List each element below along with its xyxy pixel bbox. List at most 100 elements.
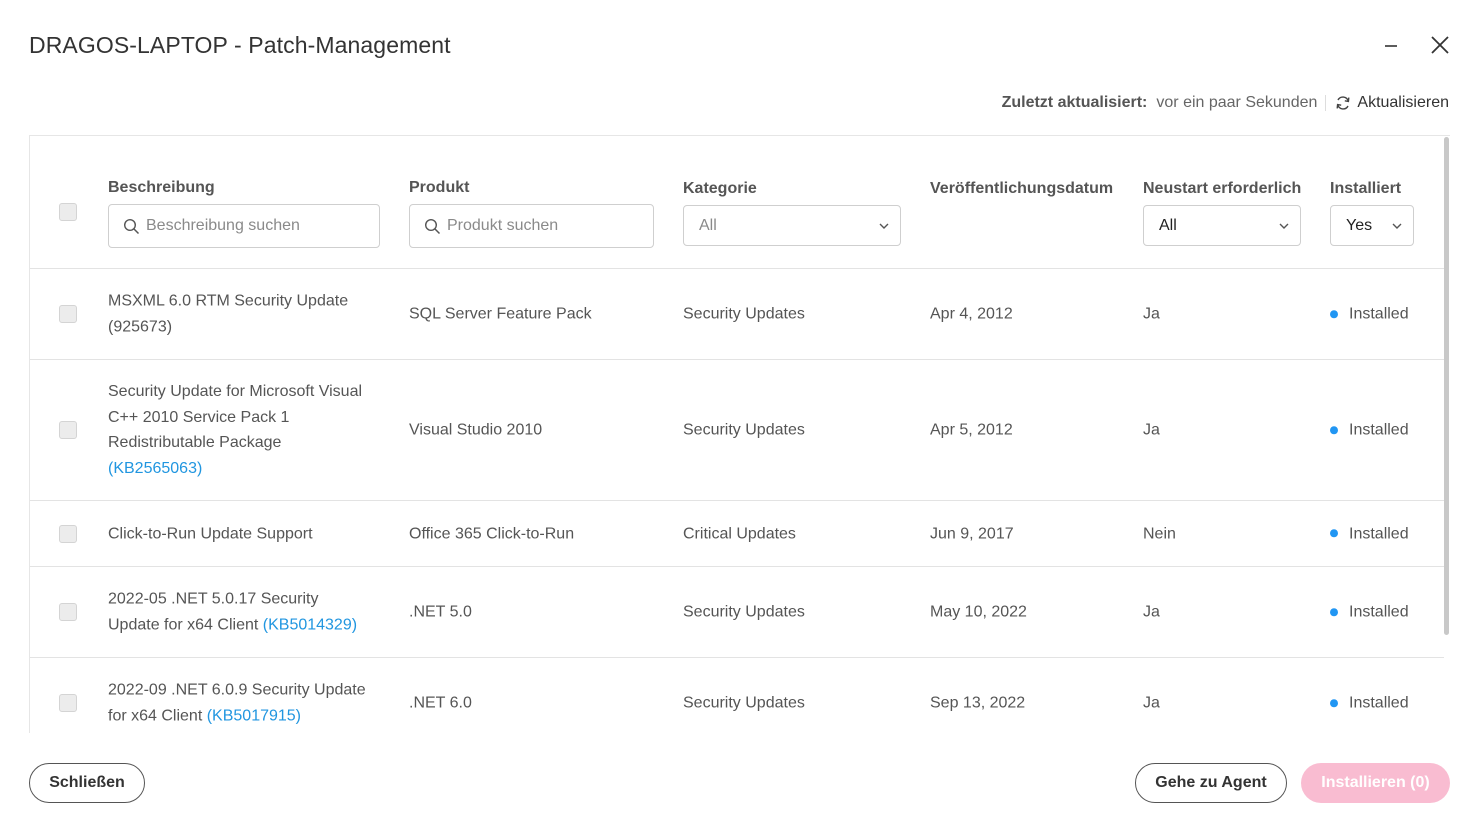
dialog-title: DRAGOS-LAPTOP - Patch-Management [29, 32, 451, 58]
last-updated-bar: Zuletzt aktualisiert: vor ein paar Sekun… [1002, 94, 1449, 112]
description-line: Security Update for Microsoft Visual [108, 383, 363, 400]
status-badge: Installed [1330, 599, 1409, 625]
row-release-date: May 10, 2022 [930, 603, 1027, 621]
description-line: MSXML 6.0 RTM Security Update [108, 292, 349, 310]
description-line: for x64 Client [108, 707, 203, 724]
table-row[interactable]: Security Update for Microsoft Visual C++… [30, 360, 1444, 501]
table-scrollbar[interactable] [1444, 137, 1449, 635]
minimize-icon [1385, 45, 1397, 47]
installed-filter-value: Yes [1346, 216, 1373, 234]
close-button[interactable]: Schließen [29, 763, 145, 803]
status-dot-icon [1330, 426, 1338, 434]
installed-filter-select[interactable]: Yes [1330, 205, 1414, 246]
minimize-button[interactable] [1374, 28, 1408, 62]
status-dot-icon [1330, 608, 1338, 616]
chevron-down-icon [879, 223, 889, 229]
install-button[interactable]: Installieren (0) [1301, 763, 1450, 803]
description-line: Update for x64 Client [108, 616, 259, 633]
status-label: Installed [1349, 603, 1409, 621]
category-filter-value: All [699, 216, 717, 234]
status-label: Installed [1349, 421, 1409, 439]
description-line: 2022-05 .NET 5.0.17 Security [108, 590, 319, 608]
table-header: Beschreibung Beschreibung suchen Produkt… [30, 136, 1444, 269]
chevron-down-icon [1392, 223, 1402, 229]
refresh-button[interactable]: Aktualisieren [1335, 94, 1449, 112]
row-restart: Ja [1143, 305, 1160, 323]
column-header-description: Beschreibung [108, 179, 215, 196]
row-category: Security Updates [683, 603, 805, 621]
row-product: .NET 5.0 [409, 603, 472, 621]
status-dot-icon [1330, 699, 1338, 707]
row-checkbox[interactable] [59, 694, 77, 712]
column-header-installed: Installiert [1330, 180, 1402, 197]
column-header-product: Produkt [409, 179, 470, 196]
row-restart: Ja [1143, 603, 1160, 621]
description-line: C++ 2010 Service Pack 1 [108, 408, 290, 426]
table-row[interactable]: 2022-09 .NET 6.0.9 Security Update for x… [30, 658, 1444, 733]
category-filter-select[interactable]: All [683, 205, 901, 246]
search-icon [123, 218, 140, 234]
row-checkbox[interactable] [59, 603, 77, 621]
go-to-agent-button[interactable]: Gehe zu Agent [1135, 763, 1287, 803]
status-dot-icon [1330, 529, 1338, 538]
row-product: .NET 6.0 [409, 694, 472, 712]
status-dot-icon [1330, 310, 1338, 318]
kb-link[interactable]: (KB5014329) [263, 616, 357, 633]
row-restart: Ja [1143, 421, 1160, 439]
status-badge: Installed [1330, 301, 1409, 327]
kb-link[interactable]: (KB5017915) [207, 707, 301, 724]
row-description: 2022-09 .NET 6.0.9 Security Update for x… [108, 678, 393, 729]
row-restart: Ja [1143, 694, 1160, 712]
product-search-placeholder: Produkt suchen [447, 217, 559, 234]
search-icon [424, 218, 441, 234]
table-row[interactable]: MSXML 6.0 RTM Security Update (925673) S… [30, 269, 1444, 360]
product-search-input[interactable]: Produkt suchen [409, 204, 654, 248]
close-window-button[interactable] [1423, 28, 1457, 62]
row-category: Security Updates [683, 421, 805, 439]
description-line: Redistributable Package [108, 434, 282, 451]
last-updated-label: Zuletzt aktualisiert: [1001, 94, 1148, 111]
row-description: MSXML 6.0 RTM Security Update (925673) [108, 289, 393, 340]
close-icon [1431, 36, 1449, 54]
row-checkbox[interactable] [59, 525, 77, 543]
row-release-date: Sep 13, 2022 [930, 694, 1026, 712]
last-updated-value: vor ein paar Sekunden [1156, 94, 1318, 111]
row-checkbox[interactable] [59, 421, 77, 439]
status-label: Installed [1349, 694, 1409, 712]
restart-filter-value: All [1159, 216, 1177, 234]
row-restart: Nein [1143, 524, 1176, 542]
row-description: Security Update for Microsoft Visual C++… [108, 379, 393, 481]
refresh-label: Aktualisieren [1357, 94, 1449, 111]
select-all-checkbox[interactable] [59, 203, 77, 221]
description-search-input[interactable]: Beschreibung suchen [108, 204, 380, 248]
description-search-placeholder: Beschreibung suchen [146, 217, 300, 234]
row-category: Security Updates [683, 305, 805, 323]
status-badge: Installed [1330, 521, 1409, 547]
table-row[interactable]: Click-to-Run Update Support Office 365 C… [30, 501, 1444, 567]
row-release-date: Apr 4, 2012 [930, 305, 1013, 323]
restart-filter-select[interactable]: All [1143, 205, 1301, 246]
column-header-release-date: Veröffentlichungsdatum [930, 180, 1114, 197]
row-product: SQL Server Feature Pack [409, 305, 592, 323]
row-category: Critical Updates [683, 524, 796, 542]
description-line: (925673) [108, 318, 173, 335]
divider [1325, 95, 1327, 111]
refresh-icon [1336, 96, 1350, 110]
chevron-down-icon [1279, 223, 1289, 229]
description-line: 2022-09 .NET 6.0.9 Security Update [108, 681, 366, 699]
status-badge: Installed [1330, 690, 1409, 716]
row-release-date: Apr 5, 2012 [930, 421, 1013, 439]
column-header-category: Kategorie [683, 180, 757, 197]
kb-link[interactable]: (KB2565063) [108, 456, 393, 482]
status-badge: Installed [1330, 417, 1409, 443]
row-product: Visual Studio 2010 [409, 421, 543, 439]
row-release-date: Jun 9, 2017 [930, 524, 1014, 542]
row-description: 2022-05 .NET 5.0.17 Security Update for … [108, 587, 393, 638]
row-checkbox[interactable] [59, 305, 77, 323]
column-header-restart: Neustart erforderlich [1143, 180, 1302, 197]
row-product: Office 365 Click-to-Run [409, 524, 575, 542]
table-row[interactable]: 2022-05 .NET 5.0.17 Security Update for … [30, 567, 1444, 658]
status-label: Installed [1349, 305, 1409, 323]
patch-table: Beschreibung Beschreibung suchen Produkt… [29, 135, 1450, 733]
description-line: Click-to-Run Update Support [108, 524, 313, 542]
